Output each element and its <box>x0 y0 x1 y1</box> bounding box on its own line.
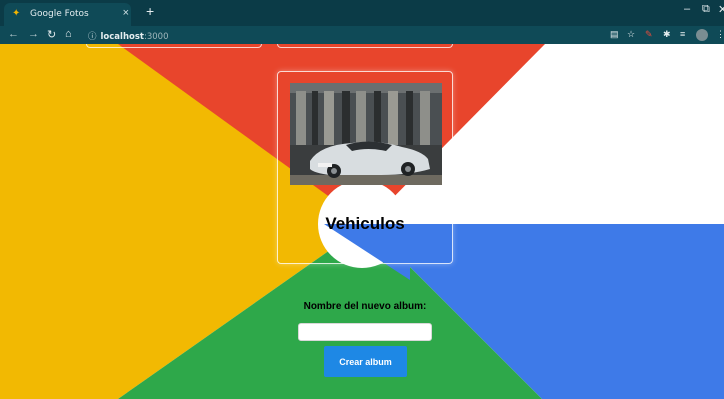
page-viewport: Vehiculos Nombre del nuevo album: Crear … <box>0 44 724 399</box>
extension-red-icon[interactable]: ✎ <box>645 29 653 40</box>
forward-icon[interactable]: → <box>28 28 39 40</box>
tab-close-icon[interactable]: × <box>123 7 129 19</box>
browser-tab-bar: ✦ Google Fotos × + – ⧉ ✕ <box>0 0 724 26</box>
tab-title: Google Fotos <box>30 9 89 19</box>
bookmark-star-icon[interactable]: ☆ <box>627 29 635 40</box>
url-port: :3000 <box>143 32 169 42</box>
new-tab-button[interactable]: + <box>146 3 154 19</box>
browser-toolbar: ← → ↻ ⌂ ⓘ localhost:3000 ▤ ☆ ✎ ✱ ≡ ⋮ <box>0 26 724 44</box>
url-host: localhost <box>100 32 144 42</box>
extensions-puzzle-icon[interactable]: ✱ <box>663 29 671 40</box>
browser-tab[interactable]: ✦ Google Fotos × <box>4 3 131 26</box>
reload-icon[interactable]: ↻ <box>47 28 56 41</box>
minimize-icon[interactable]: – <box>684 3 690 15</box>
restore-icon[interactable]: ⧉ <box>702 3 710 16</box>
album-name-input[interactable] <box>298 323 432 341</box>
album-title: Vehiculos <box>325 214 405 233</box>
album-card[interactable]: Vehiculos <box>277 71 453 264</box>
home-icon[interactable]: ⌂ <box>65 28 72 40</box>
sports-car-photo <box>290 83 442 185</box>
album-card-partial[interactable] <box>277 44 453 48</box>
translate-icon[interactable]: ▤ <box>610 29 619 40</box>
profile-avatar[interactable] <box>696 29 708 41</box>
back-icon[interactable]: ← <box>8 28 19 40</box>
menu-kebab-icon[interactable]: ⋮ <box>716 29 724 40</box>
new-album-label: Nombre del nuevo album: <box>303 301 427 312</box>
window-close-icon[interactable]: ✕ <box>718 3 724 16</box>
album-card-partial[interactable] <box>86 44 262 48</box>
reading-list-icon[interactable]: ≡ <box>680 29 685 39</box>
create-album-button[interactable]: Crear album <box>324 346 407 377</box>
site-info-icon[interactable]: ⓘ <box>88 32 97 42</box>
google-photos-favicon-icon: ✦ <box>12 8 21 19</box>
address-bar[interactable]: ⓘ localhost:3000 <box>88 30 168 42</box>
